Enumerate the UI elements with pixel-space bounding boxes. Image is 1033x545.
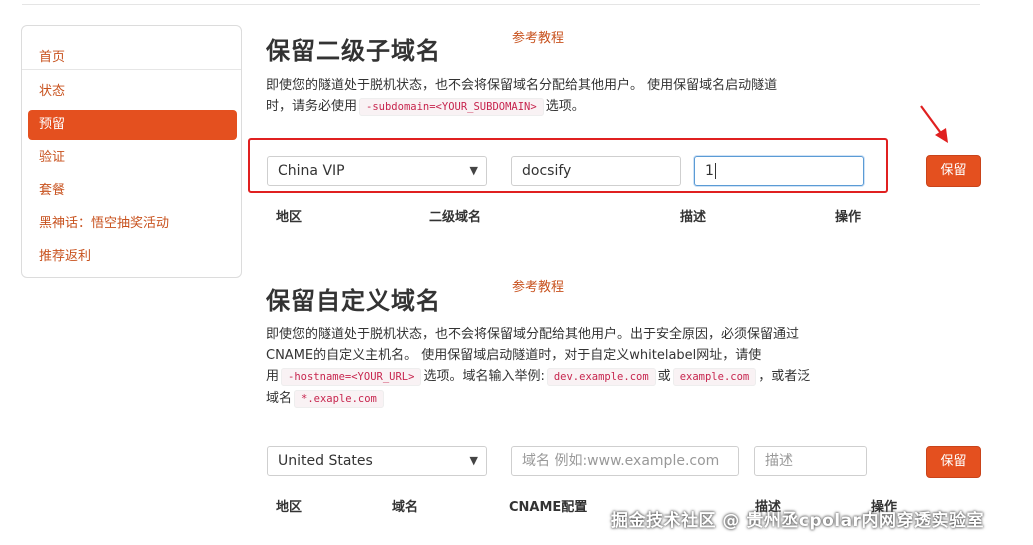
example-root-code: example.com — [672, 368, 757, 386]
column-header-subdomain: 二级域名 — [429, 210, 482, 225]
subdomain-desc-line2: 时，请务必使用 -subdomain=<YOUR_SUBDOMAIN> 选项。 — [266, 98, 585, 116]
sidebar-item-lottery[interactable]: 黑神话：悟空抽奖活动 — [28, 209, 237, 239]
subdomain-save-button[interactable]: 保留 — [926, 155, 981, 187]
subdomain-desc-line1: 即使您的隧道处于脱机状态，也不会将保留域名分配给其他用户。 使用保留域名启动隧道 — [266, 78, 778, 93]
sidebar-item-referral[interactable]: 推荐返利 — [28, 242, 237, 272]
custom-domain-description-input[interactable]: 描述 — [754, 446, 867, 476]
column-header-cname: CNAME配置 — [509, 500, 588, 515]
chevron-down-icon: ▼ — [469, 454, 478, 467]
red-arrow-icon — [920, 105, 948, 143]
subdomain-name-input[interactable]: docsify — [511, 156, 681, 186]
custom-domain-input[interactable]: 域名 例如:www.example.com — [511, 446, 739, 476]
subdomain-description: 即使您的隧道处于脱机状态，也不会将保留域名分配给其他用户。 使用保留域名启动隧道… — [266, 75, 866, 118]
custom-desc-line4: 域名 *.exaple.com — [266, 388, 886, 410]
subdomain-region-select[interactable]: China VIP ▼ — [267, 156, 487, 186]
custom-domain-description: 即使您的隧道处于脱机状态，也不会将保留域分配给其他用户。出于安全原因，必须保留通… — [266, 324, 886, 410]
custom-desc-line1: 即使您的隧道处于脱机状态，也不会将保留域分配给其他用户。出于安全原因，必须保留通… — [266, 327, 800, 342]
watermark-text: 掘金技术社区 @ 贵州丞cpolar内网穿透实验室 — [611, 511, 984, 531]
subdomain-section-title: 保留二级子域名 — [266, 37, 441, 65]
subdomain-option-code: -subdomain=<YOUR_SUBDOMAIN> — [359, 98, 544, 116]
sidebar-item-plans[interactable]: 套餐 — [28, 176, 237, 206]
custom-desc-line3: 用 -hostname=<YOUR_URL> 选项。域名输入举例: dev.examp… — [266, 368, 811, 386]
chevron-down-icon: ▼ — [469, 164, 478, 177]
subdomain-tutorial-link[interactable]: 参考教程 — [512, 27, 564, 46]
example-domain-code: dev.example.com — [546, 368, 656, 386]
sidebar-item-verify[interactable]: 验证 — [28, 143, 237, 173]
sidebar-divider — [22, 69, 241, 70]
custom-domain-region-select[interactable]: United States ▼ — [267, 446, 487, 476]
subdomain-description-input[interactable]: 1 — [694, 156, 864, 186]
text-caret — [714, 163, 716, 179]
hostname-option-code: -hostname=<YOUR_URL> — [281, 368, 422, 386]
custom-desc-line2: CNAME的自定义主机名。 使用保留域启动隧道时，对于自定义whitelabel… — [266, 348, 762, 363]
column-header-region: 地区 — [276, 210, 303, 225]
column-header-domain: 域名 — [392, 500, 419, 515]
custom-domain-tutorial-link[interactable]: 参考教程 — [512, 276, 564, 295]
sidebar-nav: 首页 状态 预留 验证 套餐 黑神话：悟空抽奖活动 推荐返利 — [21, 25, 242, 278]
column-header-actions: 操作 — [835, 210, 862, 225]
custom-domain-section-title: 保留自定义域名 — [266, 287, 441, 315]
sidebar-item-status[interactable]: 状态 — [28, 77, 237, 107]
column-header-region: 地区 — [276, 500, 303, 515]
custom-domain-save-button[interactable]: 保留 — [926, 446, 981, 478]
column-header-description: 描述 — [680, 210, 707, 225]
sidebar-item-reserve[interactable]: 预留 — [28, 110, 237, 140]
wildcard-domain-code: *.exaple.com — [294, 390, 384, 408]
top-divider — [22, 4, 980, 5]
